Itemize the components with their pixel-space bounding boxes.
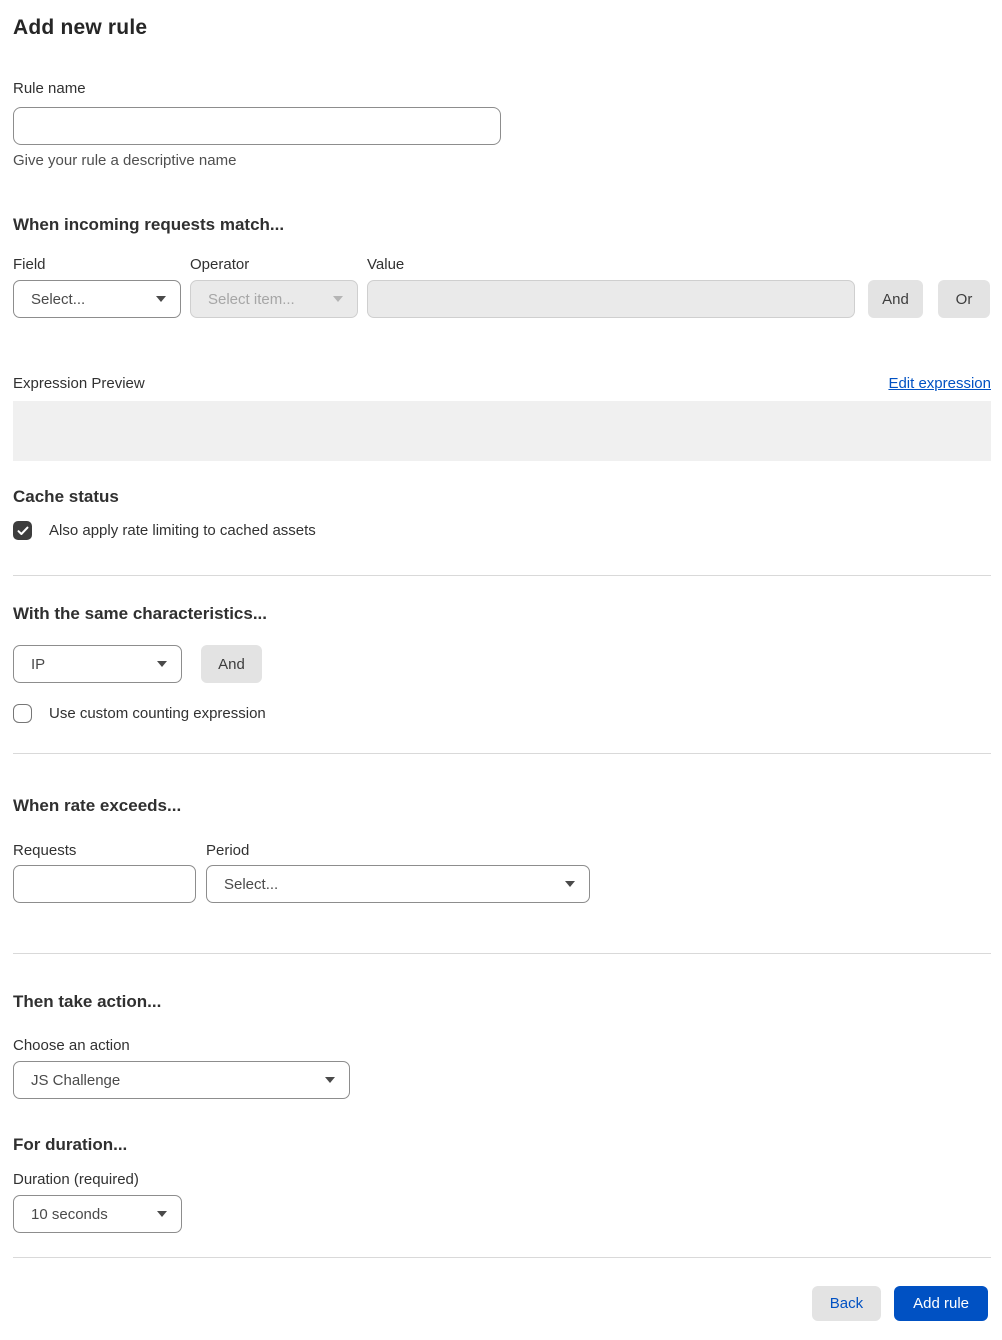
duration-heading: For duration... [13,1135,128,1154]
chevron-down-icon [325,1077,335,1083]
field-select-value: Select... [31,290,86,308]
form-footer: Back Add rule [13,1286,991,1321]
rule-name-input[interactable] [13,107,501,145]
rule-name-helper: Give your rule a descriptive name [13,152,237,169]
operator-select-value: Select item... [208,290,295,308]
expression-preview-box [13,401,991,461]
or-button[interactable]: Or [938,280,990,318]
rule-name-group: Rule name Give your rule a descriptive n… [13,80,991,169]
characteristics-controls-row: IP And [13,645,991,683]
duration-select[interactable]: 10 seconds [13,1195,182,1233]
expression-preview-label: Expression Preview [13,375,145,392]
match-controls-row: Select... Select item... And Or [13,280,991,318]
check-icon [17,526,28,535]
custom-counting-checkbox[interactable] [13,704,32,723]
duration-select-value: 10 seconds [31,1205,108,1223]
operator-select: Select item... [190,280,358,318]
custom-counting-label: Use custom counting expression [49,705,266,722]
value-label: Value [367,256,405,273]
divider [13,1257,991,1258]
cached-assets-label: Also apply rate limiting to cached asset… [49,522,316,539]
chevron-down-icon [157,1211,167,1217]
add-rule-form: Add new rule Rule name Give your rule a … [0,0,1002,1321]
period-label: Period [206,842,250,859]
cache-status-heading: Cache status [13,487,119,506]
edit-expression-link[interactable]: Edit expression [888,375,991,392]
characteristics-heading: With the same characteristics... [13,604,268,623]
characteristic-select-value: IP [31,655,46,673]
operator-label: Operator [190,256,250,273]
divider [13,753,991,754]
cached-assets-checkbox[interactable] [13,521,32,540]
add-rule-button[interactable]: Add rule [894,1286,988,1321]
requests-input[interactable] [13,865,196,903]
rate-labels-row: Requests Period [13,842,991,859]
period-select-value: Select... [224,875,279,893]
divider [13,953,991,954]
characteristics-and-button[interactable]: And [201,645,262,683]
chevron-down-icon [156,296,166,302]
action-select-value: JS Challenge [31,1071,121,1089]
choose-action-label: Choose an action [13,1037,130,1054]
field-select[interactable]: Select... [13,280,181,318]
action-heading: Then take action... [13,992,162,1011]
expression-preview-header: Expression Preview Edit expression [13,375,991,392]
chevron-down-icon [157,661,167,667]
cache-status-checkbox-row: Also apply rate limiting to cached asset… [13,521,991,540]
field-label: Field [13,256,46,273]
action-select[interactable]: JS Challenge [13,1061,350,1099]
custom-counting-checkbox-row: Use custom counting expression [13,704,991,723]
rule-name-label: Rule name [13,80,86,97]
chevron-down-icon [565,881,575,887]
match-labels-row: Field Operator Value [13,256,991,273]
requests-label: Requests [13,842,77,859]
page-title: Add new rule [13,16,148,39]
rate-controls-row: Select... [13,865,991,903]
chevron-down-icon [333,296,343,302]
value-input [367,280,855,318]
rate-heading: When rate exceeds... [13,796,182,815]
match-section-heading: When incoming requests match... [13,215,285,234]
divider [13,575,991,576]
duration-label: Duration (required) [13,1171,139,1188]
characteristic-select[interactable]: IP [13,645,182,683]
period-select[interactable]: Select... [206,865,590,903]
and-button[interactable]: And [868,280,923,318]
back-button[interactable]: Back [811,1286,882,1321]
